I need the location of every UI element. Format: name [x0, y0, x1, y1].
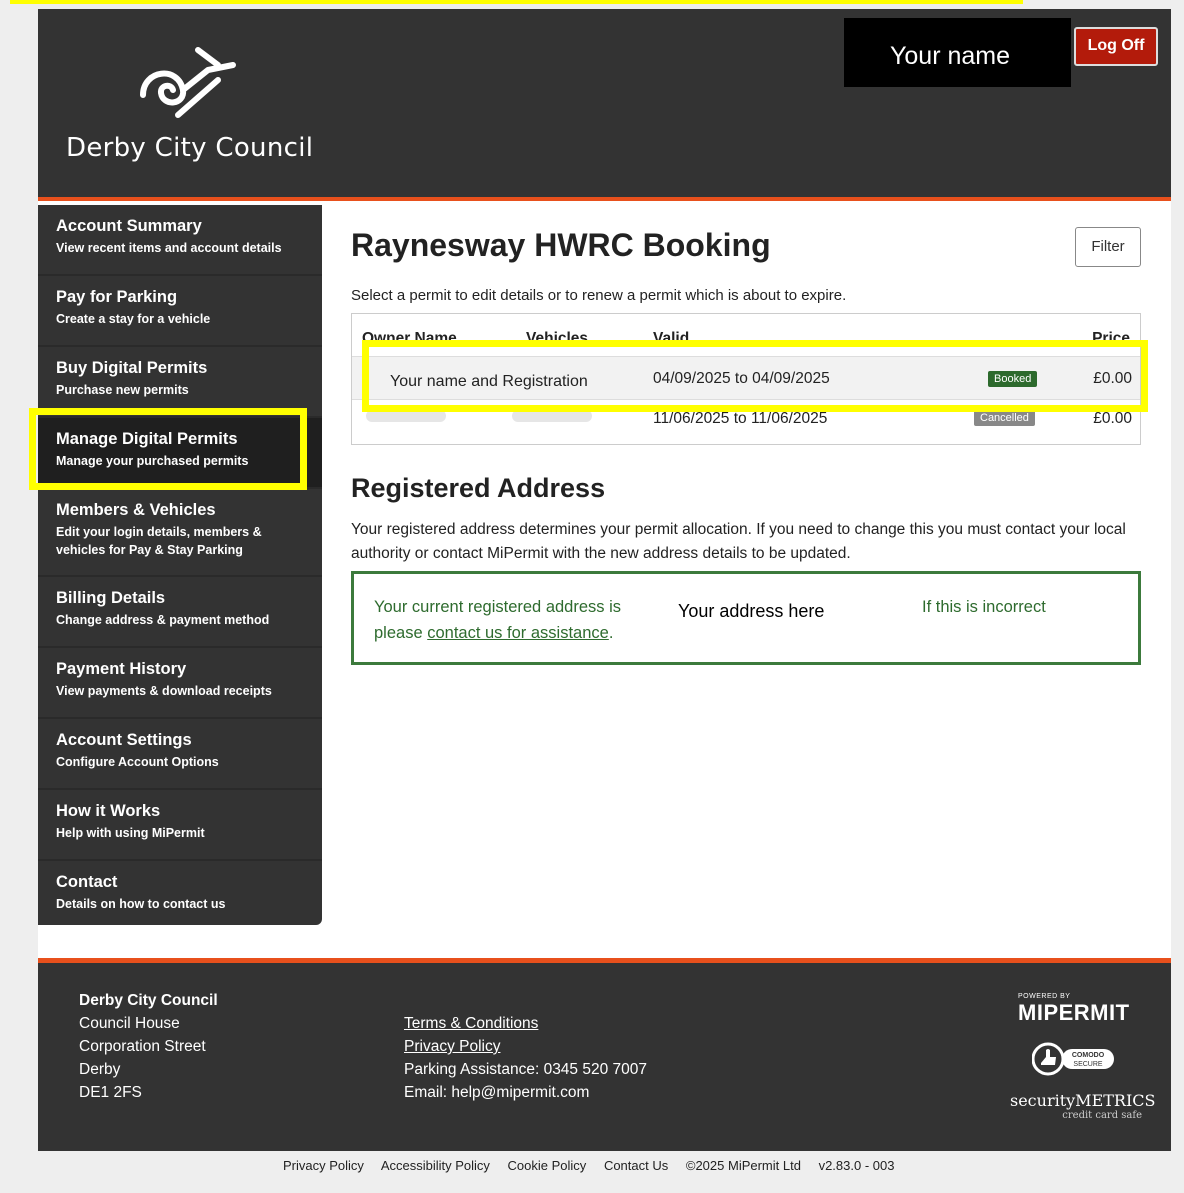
derby-ram-logo-icon[interactable]	[133, 35, 243, 125]
footer-address-line: Council House	[79, 1015, 180, 1032]
bottom-link-privacy[interactable]: Privacy Policy	[283, 1158, 364, 1173]
comodo-top-text: COMODO	[1072, 1052, 1105, 1059]
registered-address-text: Your registered address determines your …	[351, 521, 1126, 562]
filter-button[interactable]: Filter	[1075, 227, 1141, 267]
comodo-secure-badge-icon: COMODO SECURE	[1032, 1042, 1114, 1076]
footer: Derby City Council Council House Corpora…	[38, 958, 1171, 1151]
annotation-highlight-row	[362, 340, 1148, 412]
parking-assistance: Parking Assistance: 0345 520 7007	[404, 1061, 648, 1078]
sidebar-item-title: Billing Details	[56, 589, 166, 607]
annotation-highlight-line	[10, 0, 1023, 4]
status-badge: Cancelled	[974, 410, 1035, 426]
securitymetrics-sub: credit card safe	[1062, 1110, 1142, 1121]
sidebar-item-title: Members & Vehicles	[56, 501, 216, 519]
mipermit-text: MIPERMIT	[1018, 1000, 1130, 1025]
comodo-bottom-text: SECURE	[1073, 1061, 1103, 1068]
page-subtitle: Select a permit to edit details or to re…	[351, 287, 847, 304]
address-incorrect-text: If this is incorrect	[922, 598, 1046, 616]
sidebar-item-payment-history[interactable]: Payment History View payments & download…	[38, 648, 322, 719]
address-value: Your address here	[678, 601, 825, 621]
annotation-highlight-sidebar	[29, 408, 307, 490]
footer-address: Derby City Council Council House Corpora…	[79, 989, 218, 1104]
sidebar-item-title: How it Works	[56, 802, 161, 820]
sidebar-item-subtitle: Create a stay for a vehicle	[56, 312, 211, 326]
page-title: Raynesway HWRC Booking	[351, 227, 771, 263]
sidebar-item-pay-for-parking[interactable]: Pay for Parking Create a stay for a vehi…	[38, 276, 322, 347]
bottom-link-contact[interactable]: Contact Us	[604, 1158, 668, 1173]
sidebar-item-account-summary[interactable]: Account Summary View recent items and ac…	[38, 205, 322, 276]
sidebar-item-subtitle: Details on how to contact us	[56, 897, 226, 911]
privacy-link[interactable]: Privacy Policy	[404, 1035, 647, 1058]
bottom-links: Privacy Policy Accessibility Policy Cook…	[283, 1158, 908, 1173]
footer-links: Terms & Conditions Privacy Policy Parkin…	[404, 1012, 647, 1104]
powered-by-text: POWERED BY	[1018, 993, 1071, 1000]
sidebar-item-how-it-works[interactable]: How it Works Help with using MiPermit	[38, 790, 322, 861]
logoff-button[interactable]: Log Off	[1074, 27, 1158, 66]
sidebar: Account Summary View recent items and ac…	[38, 205, 322, 925]
sidebar-item-contact[interactable]: Contact Details on how to contact us	[38, 861, 322, 932]
sidebar-item-subtitle: Help with using MiPermit	[56, 826, 205, 840]
page: Derby City Council Your name Log Off Acc…	[38, 9, 1171, 1151]
sidebar-item-subtitle: Edit your login details, members & vehic…	[56, 525, 262, 557]
sidebar-item-members-vehicles[interactable]: Members & Vehicles Edit your login detai…	[38, 489, 322, 577]
bottom-link-cookie[interactable]: Cookie Policy	[508, 1158, 587, 1173]
footer-address-line: Corporation Street	[79, 1038, 206, 1055]
user-name: Your name	[844, 18, 1071, 87]
sidebar-item-subtitle: Configure Account Options	[56, 755, 219, 769]
sidebar-item-title: Payment History	[56, 660, 187, 678]
valid-cell: 11/06/2025 to 11/06/2025	[653, 410, 828, 427]
copyright-text: ©2025 MiPermit Ltd	[685, 1158, 801, 1173]
sidebar-item-subtitle: Purchase new permits	[56, 383, 189, 397]
sidebar-item-billing-details[interactable]: Billing Details Change address & payment…	[38, 577, 322, 648]
price-cell: £0.00	[1093, 410, 1132, 427]
council-name: Derby City Council	[66, 133, 314, 163]
footer-email: Email: help@mipermit.com	[404, 1084, 590, 1101]
sidebar-item-title: Buy Digital Permits	[56, 359, 208, 377]
version-text: v2.83.0 - 003	[818, 1158, 895, 1173]
footer-council-name: Derby City Council	[79, 992, 218, 1009]
header: Derby City Council Your name Log Off	[38, 9, 1171, 201]
registered-address-title: Registered Address	[351, 473, 606, 503]
contact-link[interactable]: contact us for assistance	[427, 624, 609, 642]
securitymetrics-logo: securityMETRICS credit card safe	[1010, 1091, 1156, 1121]
mipermit-logo: POWERED BY MIPERMIT	[1018, 993, 1130, 1026]
footer-address-line: DE1 2FS	[79, 1084, 142, 1101]
sidebar-item-account-settings[interactable]: Account Settings Configure Account Optio…	[38, 719, 322, 790]
please-text: please	[374, 624, 423, 642]
securitymetrics-text: securityMETRICS	[1010, 1091, 1156, 1110]
footer-address-line: Derby	[79, 1061, 121, 1078]
bottom-link-accessibility[interactable]: Accessibility Policy	[381, 1158, 490, 1173]
sidebar-item-title: Contact	[56, 873, 118, 891]
sidebar-item-subtitle: View payments & download receipts	[56, 684, 272, 698]
sidebar-item-title: Pay for Parking	[56, 288, 178, 306]
terms-link[interactable]: Terms & Conditions	[404, 1012, 647, 1035]
sidebar-item-title: Account Settings	[56, 731, 192, 749]
address-box: Your current registered address is pleas…	[351, 571, 1141, 665]
sidebar-item-subtitle: View recent items and account details	[56, 241, 282, 255]
sidebar-item-subtitle: Change address & payment method	[56, 613, 270, 627]
period-text: .	[608, 624, 614, 642]
sidebar-item-title: Account Summary	[56, 217, 202, 235]
